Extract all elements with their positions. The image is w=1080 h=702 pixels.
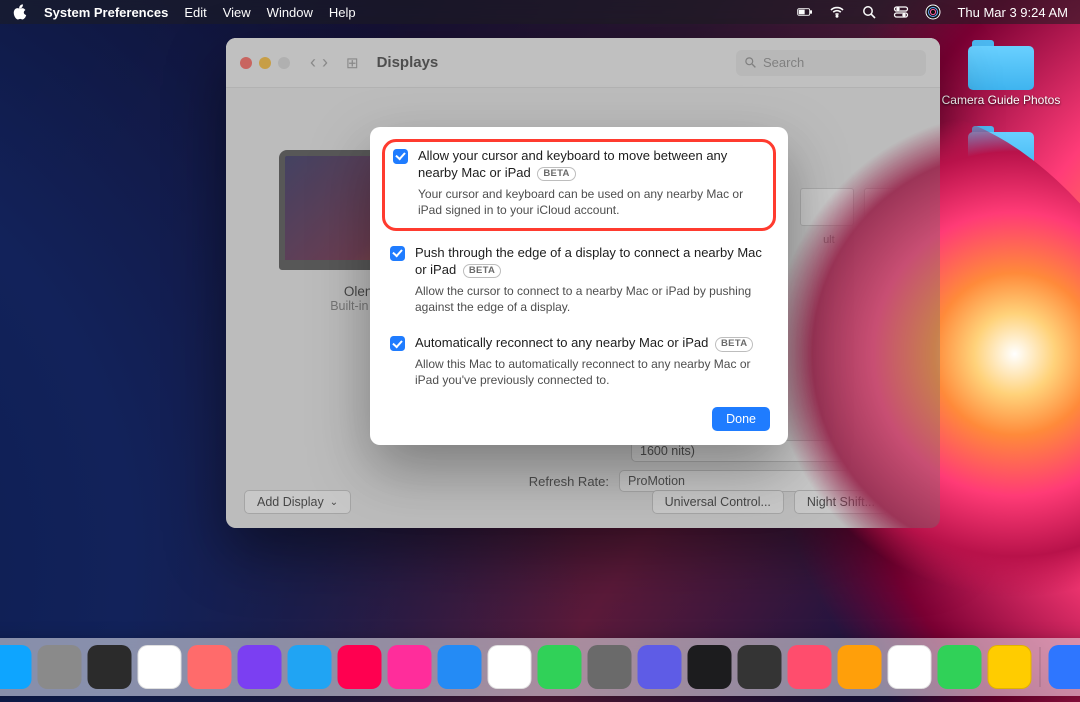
menubar-app-name[interactable]: System Preferences [44,5,168,20]
option-description: Allow this Mac to automatically reconnec… [415,356,768,388]
option-allow-cursor-keyboard: Allow your cursor and keyboard to move b… [382,139,776,231]
dock-app[interactable] [488,645,532,689]
menu-edit[interactable]: Edit [184,5,206,20]
menu-view[interactable]: View [223,5,251,20]
resolution-thumbnails [800,188,918,226]
search-icon [744,56,757,69]
desktop-folder-label: Camera Guide Photos [942,94,1061,108]
beta-badge: BETA [715,337,753,351]
option-description: Your cursor and keyboard can be used on … [418,186,765,218]
folder-icon [968,126,1034,176]
desktop-folder-label: Desktop - Olena's MacBook Pro [941,351,1061,379]
control-center-icon[interactable] [893,4,909,20]
help-button[interactable]: ? [898,490,922,514]
add-display-button[interactable]: Add Display⌄ [244,490,351,514]
desktop-folder[interactable]: Customize Dock [941,126,1061,194]
window-title: Displays [377,54,439,71]
universal-control-dialog: Allow your cursor and keyboard to move b… [370,127,788,445]
dock-app[interactable] [1049,645,1080,689]
menubar-clock[interactable]: Thu Mar 3 9:24 AM [957,5,1068,20]
menubar: System Preferences Edit View Window Help… [0,0,1080,24]
brightness-label: ightness [866,338,914,353]
folder-icon [968,40,1034,90]
dock-separator [1040,647,1041,687]
battery-icon[interactable] [797,4,813,20]
universal-control-button[interactable]: Universal Control... [652,490,784,514]
menu-help[interactable]: Help [329,5,356,20]
dock-app[interactable] [338,645,382,689]
resolution-option[interactable] [800,188,854,226]
search-input[interactable]: Search [736,50,926,76]
desktop: System Preferences Edit View Window Help… [0,0,1080,702]
dock-app[interactable] [138,645,182,689]
checkbox-allow-cursor[interactable] [393,149,408,164]
checkbox-push-through[interactable] [390,246,405,261]
desktop-folder[interactable]: Camera Guide Photos [941,40,1061,108]
zoom-icon[interactable] [278,57,290,69]
dock-app[interactable] [988,645,1032,689]
desktop-folder[interactable]: Magazine Ads [941,397,1061,465]
option-auto-reconnect: Automatically reconnect to any nearby Ma… [388,327,770,400]
dock-app[interactable] [938,645,982,689]
window-toolbar: ‹ › ⊞ Displays Search [226,38,940,88]
apple-logo-icon[interactable] [12,4,28,20]
dock-app[interactable] [288,645,332,689]
checkbox-auto-reconnect[interactable] [390,336,405,351]
dock-app[interactable] [638,645,682,689]
scale-default-label: ult [823,234,835,246]
beta-badge: BETA [463,264,501,278]
dock-app[interactable] [888,645,932,689]
chevron-down-icon: ⌄ [330,497,338,508]
dock-app[interactable] [38,645,82,689]
dock-app[interactable] [738,645,782,689]
option-push-through-edge: Push through the edge of a display to co… [388,237,770,327]
done-button[interactable]: Done [712,407,770,431]
dock-app[interactable] [838,645,882,689]
folder-icon [968,297,1034,347]
back-button[interactable]: ‹ [310,52,316,73]
wifi-icon[interactable] [829,4,845,20]
dock-app[interactable] [588,645,632,689]
resolution-option[interactable] [864,188,918,226]
refresh-rate-label: Refresh Rate: [514,474,609,489]
chevron-updown-icon: ⌃⌄ [853,476,870,487]
close-icon[interactable] [240,57,252,69]
dock-app[interactable] [438,645,482,689]
forward-button: › [322,52,328,73]
option-title: Automatically reconnect to any nearby Ma… [415,335,708,350]
spotlight-icon[interactable] [861,4,877,20]
minimize-icon[interactable] [259,57,271,69]
dock-app[interactable] [238,645,282,689]
search-placeholder: Search [763,55,804,70]
dock [0,638,1080,696]
menu-window[interactable]: Window [267,5,313,20]
chevron-updown-icon: ⌃⌄ [865,446,882,457]
dock-app[interactable] [538,645,582,689]
beta-badge: BETA [537,167,575,181]
desktop-folder[interactable]: Desktop [941,212,1061,280]
siri-icon[interactable] [925,4,941,20]
refresh-rate-select[interactable]: ProMotion⌃⌄ [619,470,879,492]
folder-icon [968,212,1034,262]
desktop-folder-label: Customize Dock [957,180,1044,194]
desktop-folder-label: Magazine Ads [963,451,1038,465]
desktop-folder-label: Desktop [979,266,1023,280]
desktop-icons-column: Camera Guide Photos Customize Dock Deskt… [936,40,1066,465]
folder-icon [968,397,1034,447]
option-description: Allow the cursor to connect to a nearby … [415,283,768,315]
night-shift-button[interactable]: Night Shift... [794,490,888,514]
dock-app[interactable] [188,645,232,689]
dock-app[interactable] [0,645,32,689]
dock-app[interactable] [88,645,132,689]
dock-app[interactable] [788,645,832,689]
dock-app[interactable] [688,645,732,689]
scale-performance-note: mance. [879,264,918,278]
show-all-icon[interactable]: ⊞ [346,54,359,72]
desktop-folder[interactable]: Desktop - Olena's MacBook Pro [941,297,1061,379]
scale-more-space-label: More Space [863,234,922,246]
dock-app[interactable] [388,645,432,689]
traffic-lights[interactable] [240,57,290,69]
